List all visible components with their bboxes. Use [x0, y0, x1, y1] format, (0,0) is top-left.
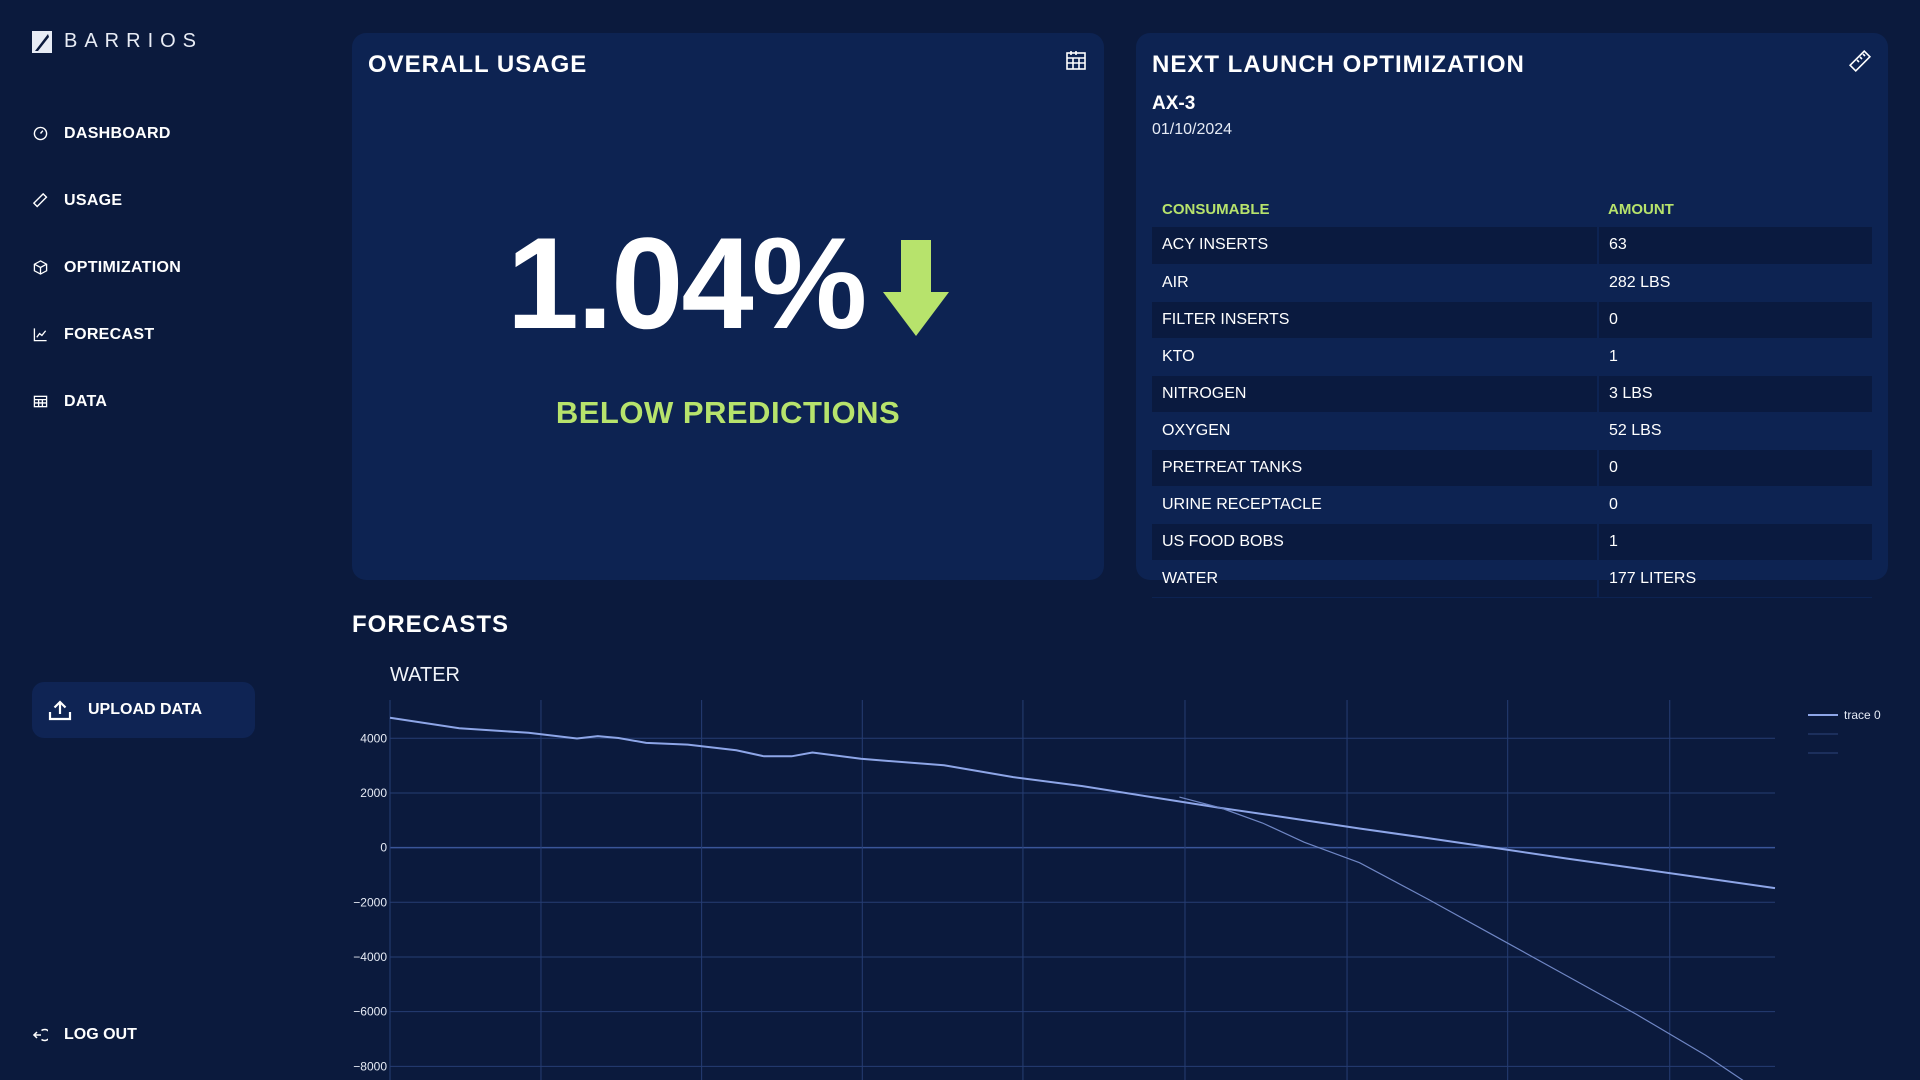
table-row: URINE RECEPTACLE 0 [1152, 486, 1872, 524]
amount-cell: 63 [1597, 227, 1872, 265]
arrow-down-icon [883, 240, 950, 336]
table-header-row: CONSUMABLE AMOUNT [1152, 191, 1872, 227]
sidebar-item-usage[interactable]: USAGE [32, 167, 181, 234]
table-row: PRETREAT TANKS 0 [1152, 449, 1872, 487]
amount-cell: 0 [1597, 301, 1872, 339]
ruler-icon[interactable] [1848, 49, 1872, 73]
consumables-table: CONSUMABLE AMOUNT ACY INSERTS 63 AIR 282 LB… [1152, 191, 1872, 598]
y-tick-label: 0 [380, 841, 387, 855]
table-row: KTO 1 [1152, 338, 1872, 376]
sidebar: BARRIOS DASHBOARD USAGE OPTIMIZATION FOR… [0, 0, 300, 1080]
brand-name: BARRIOS [64, 30, 204, 52]
consumable-cell: NITROGEN [1152, 375, 1598, 413]
table-row: WATER 177 LITERS [1152, 560, 1872, 598]
logout-label: LOG OUT [64, 1026, 137, 1043]
sidebar-item-optimization[interactable]: OPTIMIZATION [32, 234, 181, 301]
usage-status-text: BELOW PREDICTIONS [555, 395, 901, 430]
sidebar-nav: DASHBOARD USAGE OPTIMIZATION FORECAST DA… [32, 100, 181, 435]
sidebar-item-dashboard[interactable]: DASHBOARD [32, 100, 181, 167]
series-line-trace-0 [389, 716, 1776, 890]
consumables-table-body: ACY INSERTS 63 AIR 282 LBS FILTER INSERTS 0 KT… [1152, 227, 1872, 598]
consumable-cell: US FOOD BOBS [1152, 523, 1598, 561]
amount-cell: 52 LBS [1597, 412, 1872, 450]
amount-cell: 1 [1597, 338, 1872, 376]
table-row: NITROGEN 3 LBS [1152, 375, 1872, 413]
consumable-cell: PRETREAT TANKS [1152, 449, 1598, 487]
amount-cell: 3 LBS [1597, 375, 1872, 413]
table-icon[interactable] [1064, 49, 1088, 73]
chart-title: WATER [390, 664, 460, 686]
logout-button[interactable]: LOG OUT [32, 1026, 137, 1044]
line-chart-icon [32, 327, 48, 343]
next-launch-card: NEXT LAUNCH OPTIMIZATION AX-3 01/10/2024… [1136, 33, 1888, 598]
table-row: FILTER INSERTS 0 [1152, 301, 1872, 339]
column-header-amount: AMOUNT [1608, 200, 1674, 218]
forecasts-section-title: FORECASTS [352, 611, 510, 638]
usage-percentage: 1.04% [506, 210, 868, 356]
column-header-consumable: CONSUMABLE [1162, 200, 1270, 218]
gauge-icon [32, 126, 48, 142]
sidebar-item-label: OPTIMIZATION [64, 258, 182, 276]
brand-logo[interactable]: BARRIOS [32, 30, 203, 53]
consumable-cell: WATER [1152, 560, 1598, 598]
table-icon [32, 394, 48, 410]
y-tick-label: −8000 [353, 1059, 387, 1073]
overall-usage-card: OVERALL USAGE 1.04% BELOW PREDICTIONS [352, 33, 1104, 580]
barrios-logo-mark-icon [32, 30, 52, 53]
series-line-extrapolation [1179, 796, 1744, 1080]
consumable-cell: OXYGEN [1152, 412, 1598, 450]
logout-icon [32, 1028, 48, 1042]
consumable-cell: URINE RECEPTACLE [1152, 486, 1598, 524]
y-tick-label: −4000 [353, 950, 387, 964]
launch-date: 01/10/2024 [1152, 121, 1233, 138]
upload-icon [48, 700, 72, 721]
y-tick-label: 2000 [360, 786, 387, 800]
card-title: OVERALL USAGE [368, 51, 588, 78]
water-forecast-chart[interactable]: WATER 4000 2000 0 −2000 −4000 −6000 −8000 trace… [340, 650, 1920, 1080]
amount-cell: 0 [1597, 486, 1872, 524]
amount-cell: 282 LBS [1597, 264, 1872, 302]
table-row: AIR 282 LBS [1152, 264, 1872, 302]
sidebar-item-label: USAGE [64, 191, 123, 209]
upload-data-label: UPLOAD DATA [88, 701, 203, 718]
y-tick-label: −2000 [353, 895, 387, 909]
consumable-cell: AIR [1152, 264, 1598, 302]
amount-cell: 0 [1597, 449, 1872, 487]
cube-icon [32, 260, 48, 276]
sidebar-item-label: FORECAST [64, 325, 155, 343]
amount-cell: 1 [1597, 523, 1872, 561]
mission-name: AX-3 [1152, 93, 1196, 114]
card-title: NEXT LAUNCH OPTIMIZATION [1152, 51, 1525, 78]
amount-cell: 177 LITERS [1597, 560, 1872, 598]
sidebar-item-label: DATA [64, 392, 108, 410]
consumable-cell: FILTER INSERTS [1152, 301, 1598, 339]
legend-label-trace-0: trace 0 [1844, 708, 1881, 722]
table-row: US FOOD BOBS 1 [1152, 523, 1872, 561]
upload-data-button[interactable]: UPLOAD DATA [32, 682, 255, 738]
table-row: OXYGEN 52 LBS [1152, 412, 1872, 450]
sidebar-item-forecast[interactable]: FORECAST [32, 301, 181, 368]
usage-value-row: 1.04% [352, 218, 1104, 348]
y-tick-label: −6000 [353, 1005, 387, 1019]
chart-plot-area[interactable]: 4000 2000 0 −2000 −4000 −6000 −8000 trace 0 [340, 650, 1920, 1080]
table-row: ACY INSERTS 63 [1152, 227, 1872, 265]
ruler-icon [32, 193, 48, 209]
sidebar-item-label: DASHBOARD [64, 124, 171, 142]
sidebar-item-data[interactable]: DATA [32, 368, 181, 435]
consumable-cell: KTO [1152, 338, 1598, 376]
y-tick-label: 4000 [360, 731, 387, 745]
consumable-cell: ACY INSERTS [1152, 227, 1598, 265]
